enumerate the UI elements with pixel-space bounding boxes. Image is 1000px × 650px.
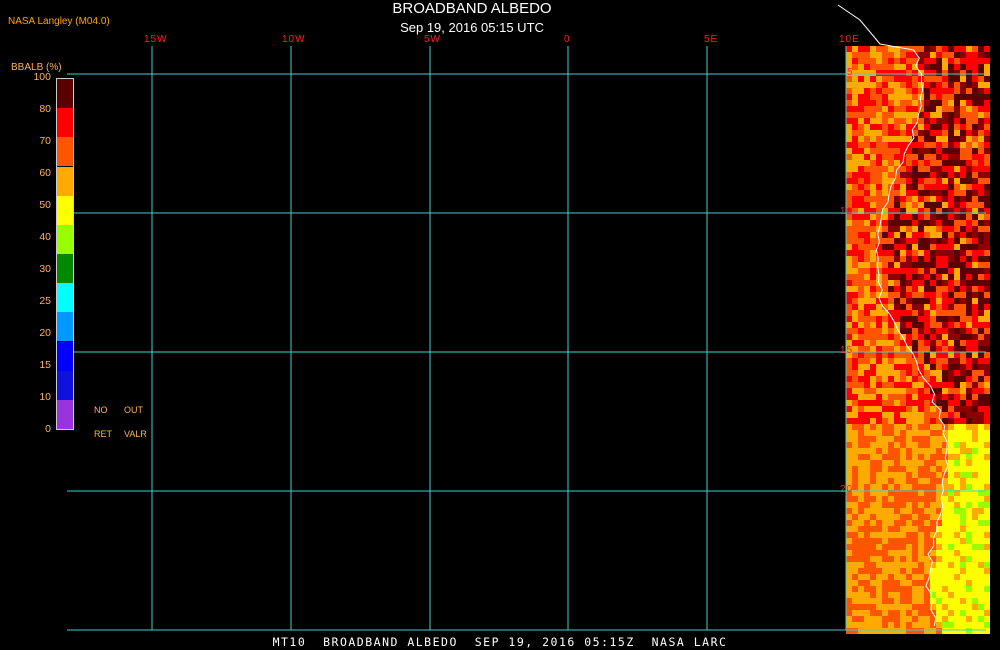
legend-note-no: NO: [94, 405, 108, 415]
legend-tick-label: 60: [39, 167, 51, 179]
legend-tick-label: 30: [39, 263, 51, 275]
footer-caption: MT10 BROADBAND ALBEDO SEP 19, 2016 05:15…: [272, 635, 728, 649]
color-scale-swatch: [57, 195, 73, 225]
color-scale-swatch: [57, 341, 73, 371]
color-scale-bar: [56, 78, 74, 430]
legend-tick-label: 100: [33, 71, 51, 83]
legend-tick-label: 40: [39, 231, 51, 243]
color-scale-swatch: [57, 224, 73, 254]
legend-tick-label: 20: [39, 327, 51, 339]
color-scale-swatch: [57, 254, 73, 284]
color-scale-swatch: [57, 399, 73, 429]
lat-label-20: 20: [840, 484, 854, 495]
lon-label-10e: 10E: [839, 34, 860, 45]
legend-tick-label: 10: [39, 391, 51, 403]
lon-label-15w: 15W: [144, 34, 168, 45]
lon-label-10w: 10W: [282, 34, 306, 45]
color-scale-swatch: [57, 370, 73, 400]
legend-note-out: OUT: [124, 405, 143, 415]
albedo-map: [67, 4, 990, 634]
color-scale-swatch: [57, 79, 73, 109]
legend-note-valr: VALR: [124, 429, 147, 439]
lon-label-0: 0: [564, 34, 571, 45]
legend-tick-label: 0: [45, 423, 51, 435]
color-scale-swatch: [57, 312, 73, 342]
color-scale-swatch: [57, 108, 73, 138]
lat-label-5: 5: [847, 67, 854, 78]
color-scale-swatch: [57, 137, 73, 167]
lat-label-10: 10: [840, 206, 854, 217]
albedo-field: [846, 46, 990, 634]
lon-label-5w: 5W: [424, 34, 441, 45]
lat-label-15: 15: [840, 345, 854, 356]
legend-tick-label: 15: [39, 359, 51, 371]
legend-tick-label: 80: [39, 103, 51, 115]
color-scale-swatch: [57, 166, 73, 196]
legend-tick-label: 50: [39, 199, 51, 211]
legend-note-ret: RET: [94, 429, 112, 439]
legend-tick-label: 70: [39, 135, 51, 147]
legend-tick-label: 25: [39, 295, 51, 307]
color-scale-swatch: [57, 283, 73, 313]
lon-label-5e: 5E: [704, 34, 719, 45]
